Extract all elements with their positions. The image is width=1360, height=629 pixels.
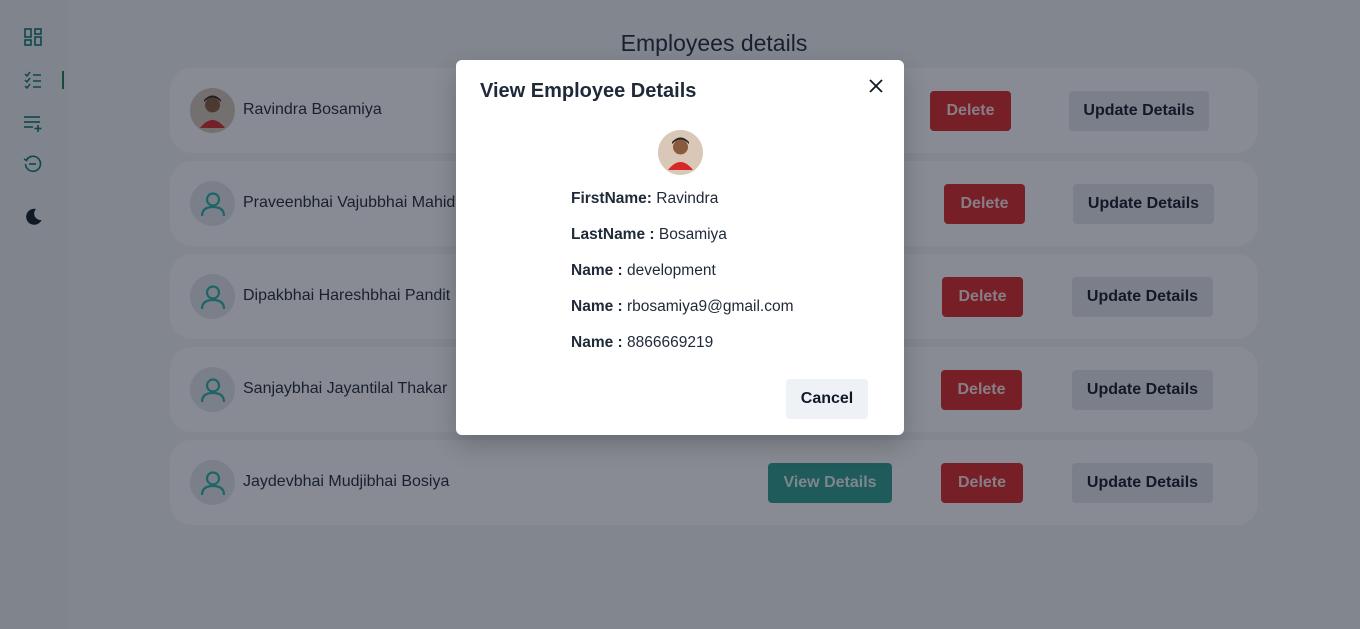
- close-icon[interactable]: [864, 74, 888, 98]
- detail-value: 8866669219: [627, 334, 714, 351]
- detail-label: Name :: [571, 262, 623, 279]
- detail-label: FirstName:: [571, 190, 652, 207]
- modal-title: View Employee Details: [480, 80, 697, 102]
- employee-photo: [658, 130, 703, 175]
- cancel-button[interactable]: Cancel: [786, 379, 868, 419]
- detail-phone: Name : 8866669219: [571, 334, 713, 352]
- detail-value: Ravindra: [656, 190, 719, 207]
- detail-first-name: FirstName: Ravindra: [571, 190, 718, 208]
- view-employee-modal: View Employee Details FirstName: Ravindr…: [456, 60, 904, 435]
- detail-value: development: [627, 262, 716, 279]
- detail-department: Name : development: [571, 262, 716, 280]
- detail-label: Name :: [571, 298, 623, 315]
- detail-value: rbosamiya9@gmail.com: [627, 298, 794, 315]
- detail-label: Name :: [571, 334, 623, 351]
- detail-last-name: LastName : Bosamiya: [571, 226, 727, 244]
- detail-email: Name : rbosamiya9@gmail.com: [571, 298, 793, 316]
- detail-label: LastName :: [571, 226, 655, 243]
- detail-value: Bosamiya: [658, 226, 727, 243]
